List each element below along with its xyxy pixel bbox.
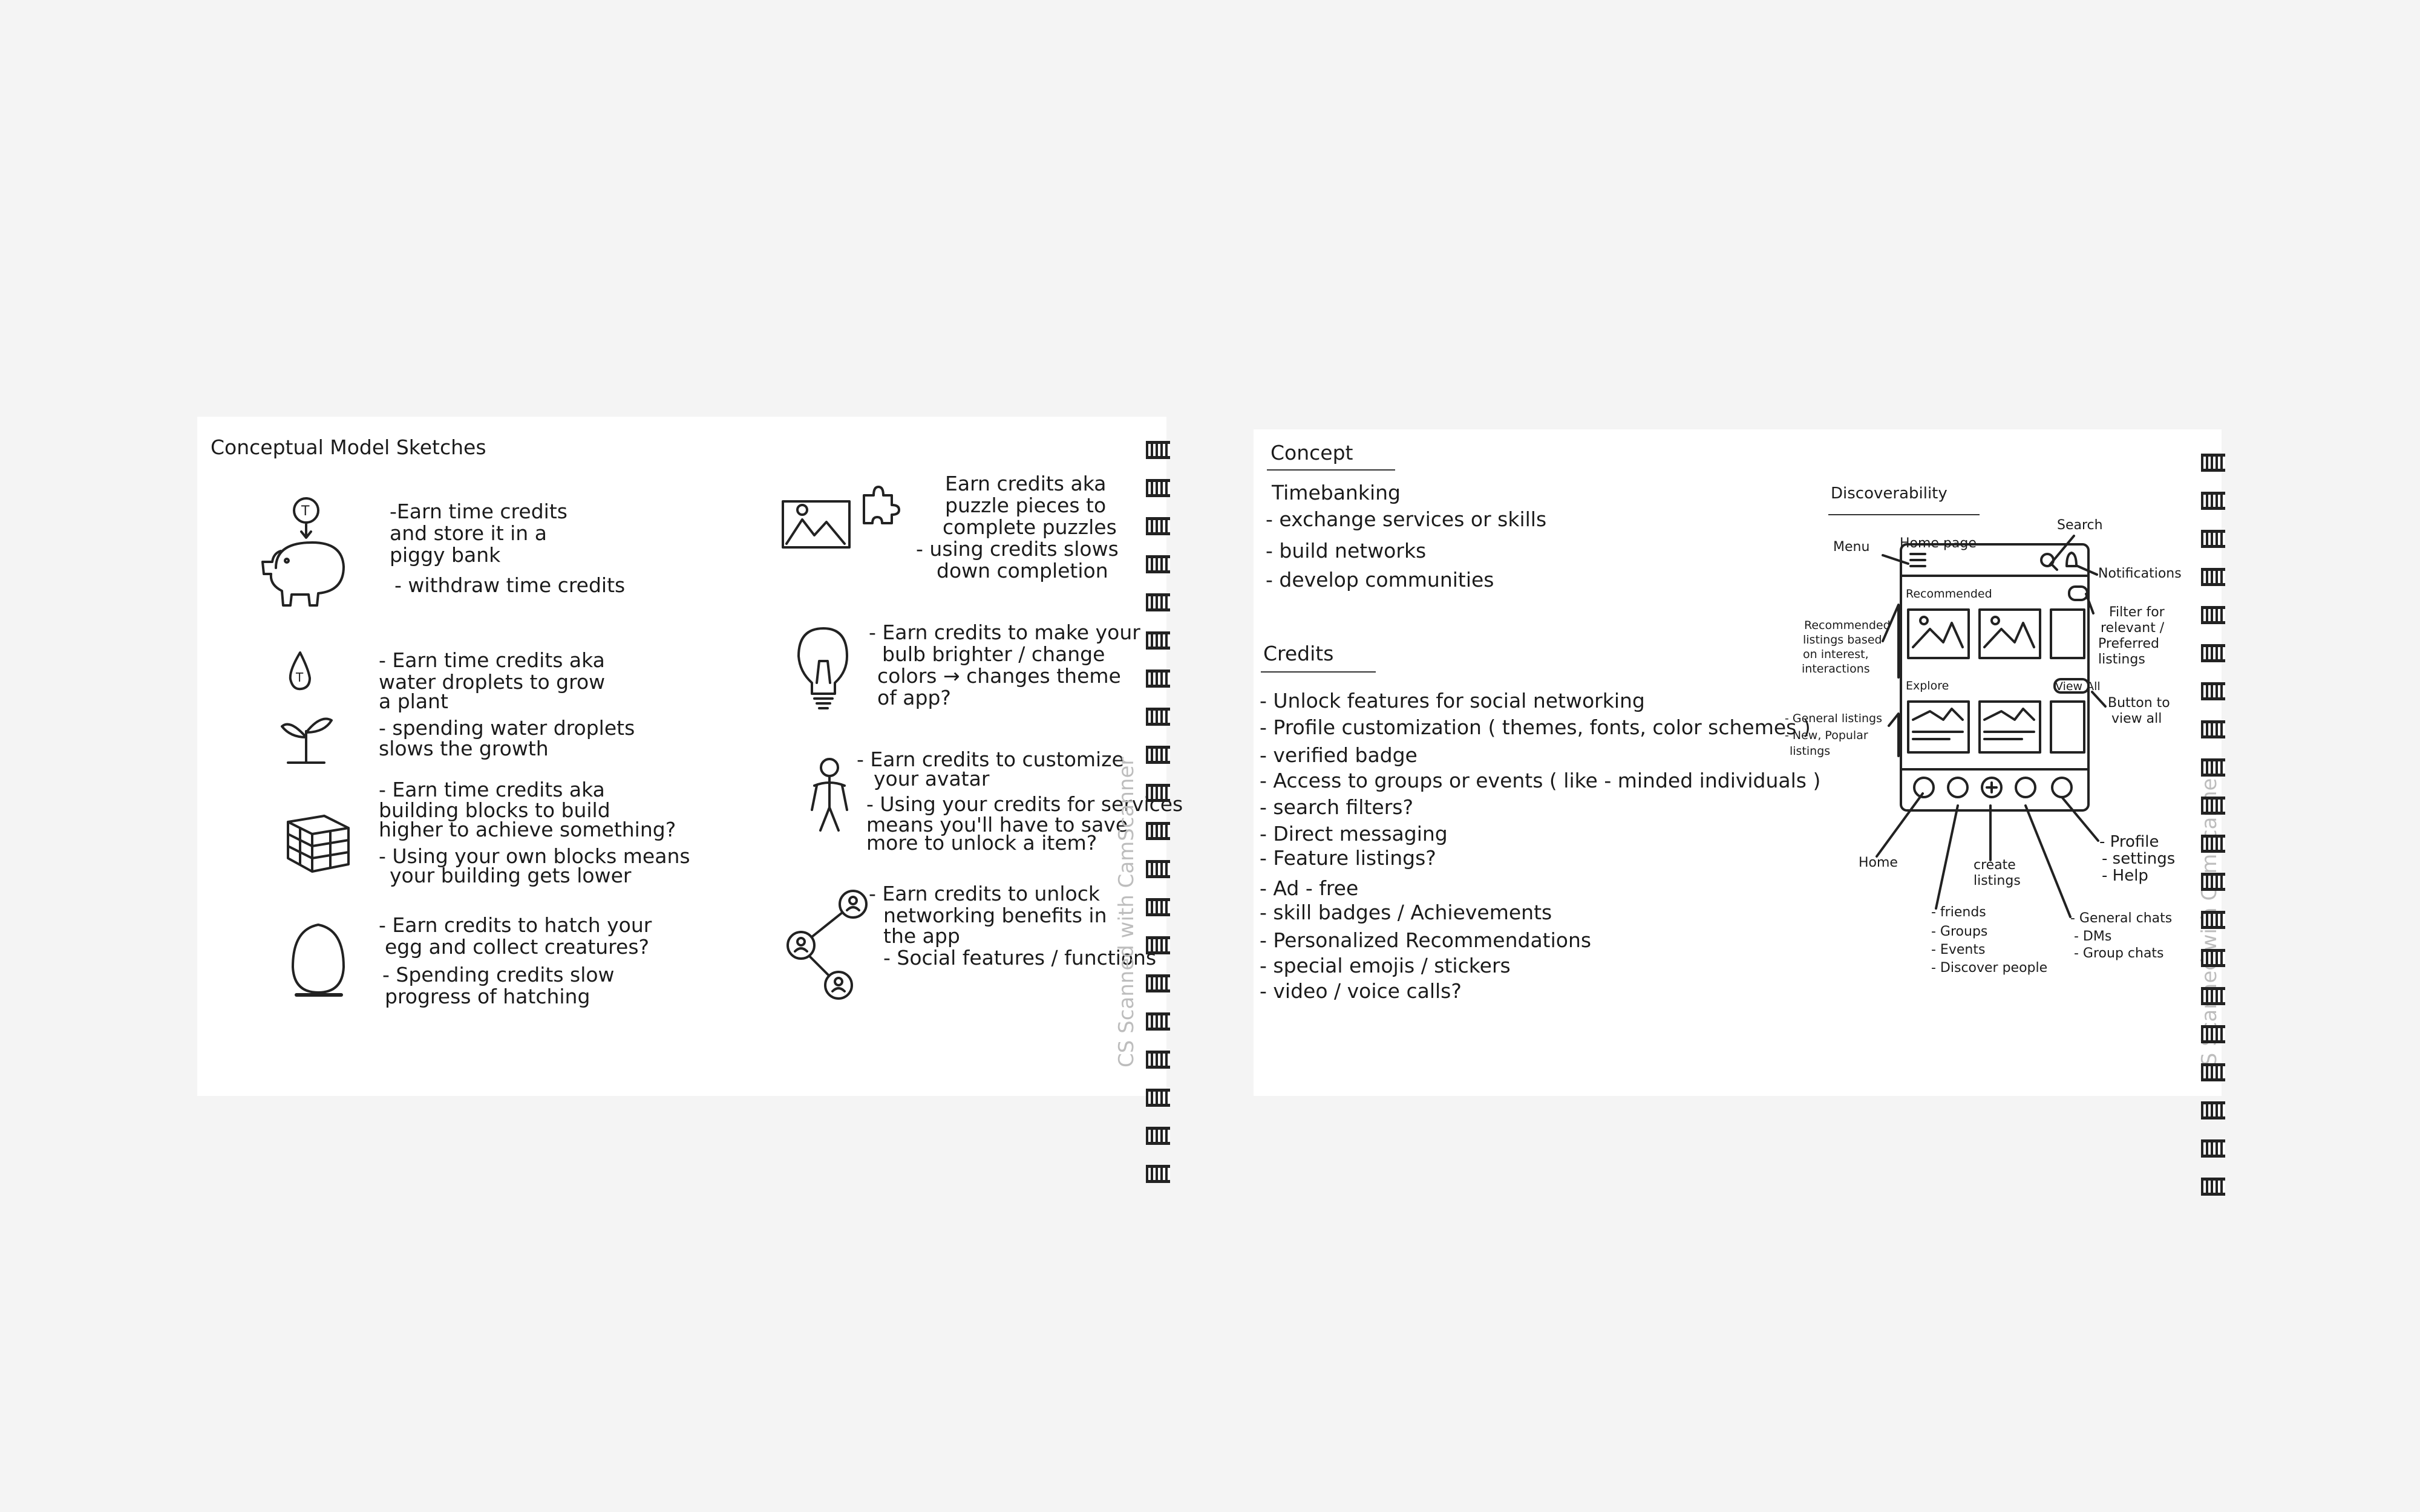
annotation-leader-lines (1876, 535, 2107, 918)
lightbulb-icon (797, 627, 848, 709)
puzzle-icon (782, 486, 900, 549)
sketch-page-left: Conceptual Model Sketches T -Earn time c… (197, 417, 1183, 1183)
egg-icon (292, 924, 345, 997)
piggy-coin-label: T (301, 504, 310, 519)
spiral-binding (1146, 441, 1174, 1203)
piggy-bank-icon: T (261, 497, 345, 607)
page-title: Conceptual Model Sketches (211, 435, 486, 459)
building-blocks-icon (287, 815, 350, 873)
droplet-plant-icon: T (281, 651, 333, 764)
avatar-icon (811, 758, 848, 832)
droplet-label: T (295, 670, 304, 685)
camscanner-watermark: CS Scanned with CamScanner (1114, 757, 1139, 1067)
spiral-binding (2201, 454, 2229, 1216)
sketch-page-right: Concept Timebanking - exchange services … (1254, 429, 2225, 1196)
